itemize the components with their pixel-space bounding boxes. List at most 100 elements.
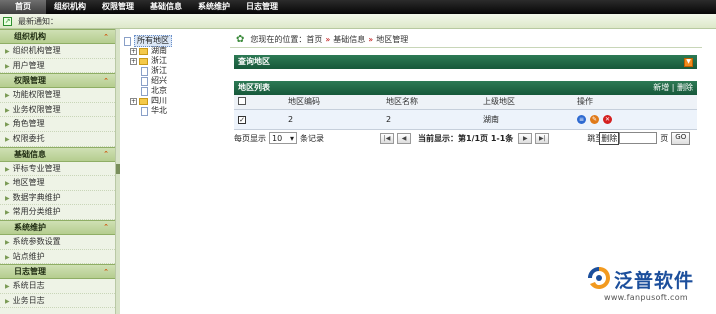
sidebar-item-business-log[interactable]: ▶ 业务日志 [0,294,115,309]
tree-node-root[interactable]: 所有地区 [124,35,224,47]
sidebar-group-permission[interactable]: 权限管理 ⌃ [0,73,115,89]
tree-node-label: 浙江 [151,66,167,75]
brand-logo: 泛普软件 www.fanpusoft.com [586,265,711,305]
sidebar-item-user-manage[interactable]: ▶ 用户管理 [0,59,115,74]
notice-bar: ↗ 最新通知： [0,14,716,29]
per-page-value: 10 [272,133,283,143]
list-actions: 新增 | 删除 [653,81,693,95]
add-button[interactable]: 新增 [653,83,669,92]
sidebar-group-organization[interactable]: 组织机构 ⌃ [0,29,115,44]
collapse-icon[interactable]: ⌃ [103,223,109,231]
tree-node-zhejiang[interactable]: + 浙江 [124,56,224,66]
tree-node-shaoxing[interactable]: 绍兴 [124,76,224,86]
collapse-icon[interactable]: ⌃ [103,33,109,41]
delete-icon[interactable]: ✕ [603,115,612,124]
sidebar-splitter[interactable] [116,29,120,314]
column-header-name[interactable]: 地区名称 [382,95,479,110]
column-header-parent[interactable]: 上级地区 [479,95,573,110]
page-icon [141,86,148,96]
expand-icon[interactable]: + [130,47,137,55]
nav-system-maintenance[interactable]: 系统维护 [190,0,238,14]
tree-node-hunan[interactable]: + 湖南 [124,46,224,56]
collapse-icon[interactable]: ⌃ [103,268,109,276]
expand-icon[interactable]: + [130,57,137,65]
tree-node-sichuan[interactable]: + 四川 [124,96,224,106]
nav-permission[interactable]: 权限管理 [94,0,142,14]
sidebar-group-system-maintenance[interactable]: 系统维护 ⌃ [0,219,115,235]
collapse-icon[interactable]: ⌃ [103,150,109,158]
notice-label: 最新通知： [18,16,58,26]
gear-icon: ✿ [236,33,245,45]
nav-log-management[interactable]: 日志管理 [238,0,286,14]
table-header-row: 地区编码 地区名称 上级地区 操作 [234,95,697,110]
sidebar-item-business-perm[interactable]: ▶ 业务权限管理 [0,103,115,118]
sidebar-item-system-params[interactable]: ▶ 系统参数设置 [0,235,115,250]
nav-home[interactable]: 首页 [0,0,46,14]
collapse-icon[interactable]: ⌃ [103,77,109,85]
expand-icon[interactable]: + [130,97,137,105]
tree-node-label: 湖南 [151,46,167,55]
tree-node-label: 四川 [151,96,167,105]
page-icon [124,36,131,46]
select-all-header [234,95,284,110]
logo-icon [588,267,610,289]
sidebar-item-bid-specialty[interactable]: ▶ 评标专业管理 [0,162,115,177]
arrow-right-icon: ▶ [5,106,10,114]
sidebar-item-label: 评标专业管理 [12,163,61,173]
last-page-button[interactable]: ▶| [535,132,550,144]
prev-page-button[interactable]: ◀ [397,132,411,144]
splitter-handle-icon[interactable] [116,164,120,174]
goto-page-input[interactable] [619,132,658,144]
delete-button[interactable]: 删除 [677,83,693,92]
row-checkbox[interactable]: ✓ [238,115,246,124]
notice-icon[interactable]: ↗ [3,16,12,26]
tree-node-label: 浙江 [151,56,167,65]
sidebar-group-title: 组织机构 [14,32,46,41]
per-page-select[interactable]: 10 ▾ [269,132,297,144]
sidebar-item-site-maintenance[interactable]: ▶ 站点维护 [0,250,115,265]
nav-basic-info[interactable]: 基础信息 [142,0,190,14]
table-row[interactable]: ✓ 2 2 湖南 ≡ ✎ ✕ [234,109,697,130]
sidebar-item-function-perm[interactable]: ▶ 功能权限管理 [0,88,115,103]
arrow-right-icon: ▶ [5,209,10,217]
view-icon[interactable]: ≡ [577,115,586,124]
column-header-code[interactable]: 地区编码 [284,95,382,110]
region-table: 地区编码 地区名称 上级地区 操作 ✓ 2 2 湖南 ≡ ✎ ✕ [234,95,697,130]
divider [230,47,702,48]
go-button[interactable]: GO [671,131,691,145]
folder-icon [139,47,148,55]
sidebar-group-basic-info[interactable]: 基础信息 ⌃ [0,146,115,162]
tree-node-zhejiang-2[interactable]: 浙江 [124,66,224,76]
expand-query-icon[interactable]: ▼ [684,58,693,67]
nav-organization[interactable]: 组织机构 [46,0,94,14]
arrow-right-icon: ▶ [5,297,10,305]
folder-icon [139,57,148,65]
page-icon [141,76,148,86]
first-page-button[interactable]: |◀ [380,132,394,144]
breadcrumb-separator: » [325,34,331,44]
cell-actions: ≡ ✎ ✕ [573,109,697,130]
sidebar-item-perm-delegate[interactable]: ▶ 权限委托 [0,132,115,147]
list-panel-header: 地区列表 新增 | 删除 [234,81,697,95]
sidebar-group-log-management[interactable]: 日志管理 ⌃ [0,264,115,280]
tree-node-huabei[interactable]: 华北 [124,106,224,116]
breadcrumb-home[interactable]: 首页 [306,34,322,45]
sidebar-item-label: 组织机构管理 [12,46,61,55]
sidebar-group-title: 权限管理 [14,76,46,86]
sidebar-item-system-log[interactable]: ▶ 系统日志 [0,279,115,294]
next-page-button[interactable]: ▶ [518,132,533,144]
sidebar-item-region-manage[interactable]: ▶ 地区管理 [0,176,115,191]
sidebar-item-data-dictionary[interactable]: ▶ 数据字典维护 [0,191,115,206]
breadcrumb-basic-info[interactable]: 基础信息 [333,34,365,45]
select-all-checkbox[interactable] [238,96,246,105]
logo-brand-text: 泛普软件 [614,270,695,292]
arrow-right-icon: ▶ [5,92,10,100]
tree-node-beijing[interactable]: 北京 [124,86,224,96]
sidebar: 组织机构 ⌃ ▶ 组织机构管理 ▶ 用户管理 权限管理 ⌃ ▶ 功能权限管理 ▶ 业务权… [0,29,116,314]
sidebar-item-common-category[interactable]: ▶ 常用分类维护 [0,205,115,220]
row-select-cell: ✓ [234,109,284,130]
sidebar-item-org-manage[interactable]: ▶ 组织机构管理 [0,44,115,59]
sidebar-item-role-manage[interactable]: ▶ 角色管理 [0,117,115,132]
query-panel-header: 查询地区 ▼ [234,55,697,69]
edit-icon[interactable]: ✎ [590,115,599,124]
